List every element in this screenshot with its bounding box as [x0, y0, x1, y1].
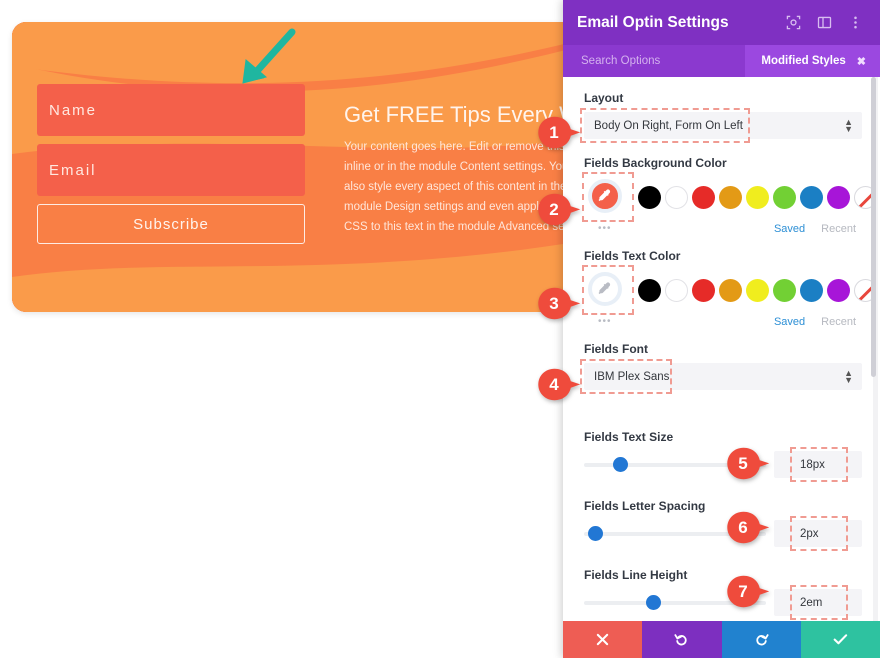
- fields-font-select[interactable]: IBM Plex Sans: [584, 363, 862, 390]
- marker-6: 6: [722, 511, 770, 544]
- panel-scrollbar-thumb[interactable]: [871, 77, 876, 377]
- fields-font-select-row[interactable]: IBM Plex Sans ▲ ▼: [580, 359, 862, 394]
- marker-number: 6: [738, 517, 748, 537]
- redo-icon: [756, 634, 769, 646]
- slider-knob[interactable]: [645, 594, 661, 610]
- page-preview-area: Name Email Subscribe Get FREE Tips Every…: [0, 0, 612, 658]
- fields-text-size-highlight: [790, 447, 848, 482]
- fields-background-color-highlight: [582, 172, 634, 222]
- swatch-yellow[interactable]: [746, 278, 769, 302]
- layout-select-value: Body On Right, Form On Left: [594, 119, 743, 132]
- swatch-purple[interactable]: [827, 185, 850, 209]
- slider-knob[interactable]: [613, 456, 629, 472]
- swatch-purple[interactable]: [827, 278, 850, 302]
- marker-4: 4: [533, 368, 581, 401]
- recent-tab[interactable]: Recent: [821, 316, 856, 328]
- marker-7: 7: [722, 575, 770, 608]
- marker-1: 1: [533, 116, 581, 149]
- marker-5: 5: [722, 447, 770, 480]
- recent-tab[interactable]: Recent: [821, 223, 856, 235]
- swatch-blue[interactable]: [800, 185, 823, 209]
- panel-header: Email Optin Settings: [563, 0, 880, 45]
- layout-select-row[interactable]: Body On Right, Form On Left ▲ ▼: [580, 108, 862, 143]
- focus-icon[interactable]: [782, 12, 804, 34]
- fields-background-color-row: •••: [582, 172, 877, 234]
- marker-number: 3: [549, 293, 559, 313]
- color-drag-dots: •••: [598, 223, 612, 234]
- fields-text-size-label: Fields Text Size: [584, 430, 674, 444]
- panel-footer-actions: [563, 621, 880, 658]
- fields-letter-spacing-highlight: [790, 516, 848, 551]
- option-fields-font: Fields Font IBM Plex Sans ▲ ▼: [580, 342, 862, 394]
- fields-background-saved-recent: Saved Recent: [584, 223, 862, 235]
- panel-scrollbar-track[interactable]: [871, 77, 878, 621]
- search-options-bar[interactable]: Search Options Modified Styles ✖: [563, 45, 880, 77]
- more-vertical-icon[interactable]: [844, 12, 866, 34]
- swatch-green[interactable]: [773, 185, 796, 209]
- save-button[interactable]: [800, 621, 880, 658]
- email-optin-module: Name Email Subscribe Get FREE Tips Every…: [12, 22, 612, 312]
- marker-number: 1: [549, 122, 559, 142]
- fields-text-saved-recent: Saved Recent: [584, 316, 862, 328]
- swatch-blue[interactable]: [800, 278, 823, 302]
- optin-form-column: Name Email Subscribe: [37, 84, 305, 244]
- option-fields-background-color: Fields Background Color ••• Saved Recent: [582, 156, 877, 235]
- option-layout: Layout Body On Right, Form On Left ▲ ▼: [580, 91, 862, 143]
- cancel-button[interactable]: [563, 621, 643, 658]
- chevron-updown-icon: ▲ ▼: [844, 367, 853, 385]
- swatch-black[interactable]: [638, 278, 661, 302]
- swatch-green[interactable]: [773, 278, 796, 302]
- color-drag-dots: •••: [598, 316, 612, 327]
- swatch-white[interactable]: [665, 278, 688, 302]
- fields-font-value: IBM Plex Sans: [594, 370, 670, 383]
- chevron-updown-icon: ▲ ▼: [844, 116, 853, 134]
- swatch-orange[interactable]: [719, 278, 742, 302]
- swatch-black[interactable]: [638, 185, 661, 209]
- fields-text-color-label: Fields Text Color: [584, 249, 681, 263]
- fields-font-label: Fields Font: [584, 342, 648, 356]
- option-fields-text-color: Fields Text Color ••• Saved Recent: [582, 249, 877, 328]
- marker-2: 2: [533, 193, 581, 226]
- green-annotation-arrow: [242, 28, 296, 84]
- marker-number: 7: [738, 581, 748, 601]
- check-icon: [833, 634, 848, 645]
- swatch-yellow[interactable]: [746, 185, 769, 209]
- close-icon[interactable]: ✖: [857, 55, 866, 68]
- layout-panel-icon[interactable]: [813, 12, 835, 34]
- saved-tab[interactable]: Saved: [774, 316, 805, 328]
- redo-button[interactable]: [721, 621, 801, 658]
- layout-label: Layout: [584, 91, 624, 105]
- marker-number: 2: [549, 199, 559, 219]
- undo-icon: [674, 634, 687, 646]
- fields-text-color-highlight: [582, 265, 634, 315]
- swatch-white[interactable]: [665, 185, 688, 209]
- email-optin-settings-panel: Email Optin Settings Search Options Modi…: [563, 0, 880, 658]
- layout-select[interactable]: Body On Right, Form On Left: [584, 112, 862, 139]
- search-input[interactable]: Search Options: [581, 55, 745, 67]
- undo-button[interactable]: [642, 621, 722, 658]
- swatch-red[interactable]: [692, 185, 715, 209]
- name-field[interactable]: Name: [37, 84, 305, 136]
- fields-line-height-highlight: [790, 585, 848, 620]
- close-icon: [596, 633, 609, 646]
- panel-title: Email Optin Settings: [577, 13, 729, 31]
- fields-text-color-row: •••: [582, 265, 877, 327]
- marker-number: 4: [549, 374, 559, 394]
- swatch-red[interactable]: [692, 278, 715, 302]
- modified-styles-badge[interactable]: Modified Styles ✖: [745, 45, 880, 77]
- email-field[interactable]: Email: [37, 144, 305, 196]
- subscribe-button[interactable]: Subscribe: [37, 204, 305, 244]
- fields-background-color-label: Fields Background Color: [584, 156, 727, 170]
- slider-knob[interactable]: [587, 525, 603, 541]
- fields-text-swatch-list: [638, 278, 877, 302]
- fields-background-swatch-list: [638, 185, 877, 209]
- saved-tab[interactable]: Saved: [774, 223, 805, 235]
- marker-3: 3: [533, 287, 581, 320]
- swatch-orange[interactable]: [719, 185, 742, 209]
- marker-number: 5: [738, 453, 748, 473]
- modified-styles-label: Modified Styles: [761, 55, 846, 67]
